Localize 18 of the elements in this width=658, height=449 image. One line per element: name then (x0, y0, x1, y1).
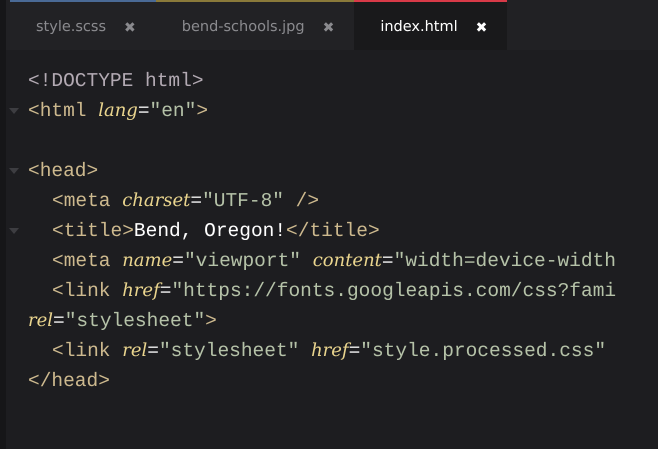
close-tab-button[interactable]: ✖ (476, 18, 488, 38)
fold-arrow-icon[interactable] (9, 228, 19, 234)
code-line: <meta name="viewport" content="width=device-width (52, 249, 616, 274)
file-tab[interactable]: bend-schools.jpg ✖ (156, 0, 354, 50)
fold-arrow-icon[interactable] (9, 108, 19, 114)
code-line: <link rel="stylesheet" href="style.processed.css" (52, 339, 606, 364)
file-tab[interactable]: index.html ✖ (354, 0, 508, 50)
code-line: </head> (28, 369, 110, 394)
code-line: <meta charset="UTF-8" /> (52, 189, 320, 214)
code-line: <html lang="en"> (28, 99, 208, 124)
close-tab-button[interactable]: ✖ (124, 18, 136, 38)
code-line: <link href="https://fonts.googleapis.com/css?fami (52, 279, 616, 304)
close-tab-button[interactable]: ✖ (322, 18, 334, 38)
code-line: rel="stylesheet"> (28, 309, 217, 334)
code-line: <head> (28, 159, 98, 184)
fold-arrow-icon[interactable] (9, 168, 19, 174)
code-line: <!DOCTYPE html> (28, 69, 204, 94)
code-line: <title>Bend, Oregon!</title> (52, 219, 380, 244)
